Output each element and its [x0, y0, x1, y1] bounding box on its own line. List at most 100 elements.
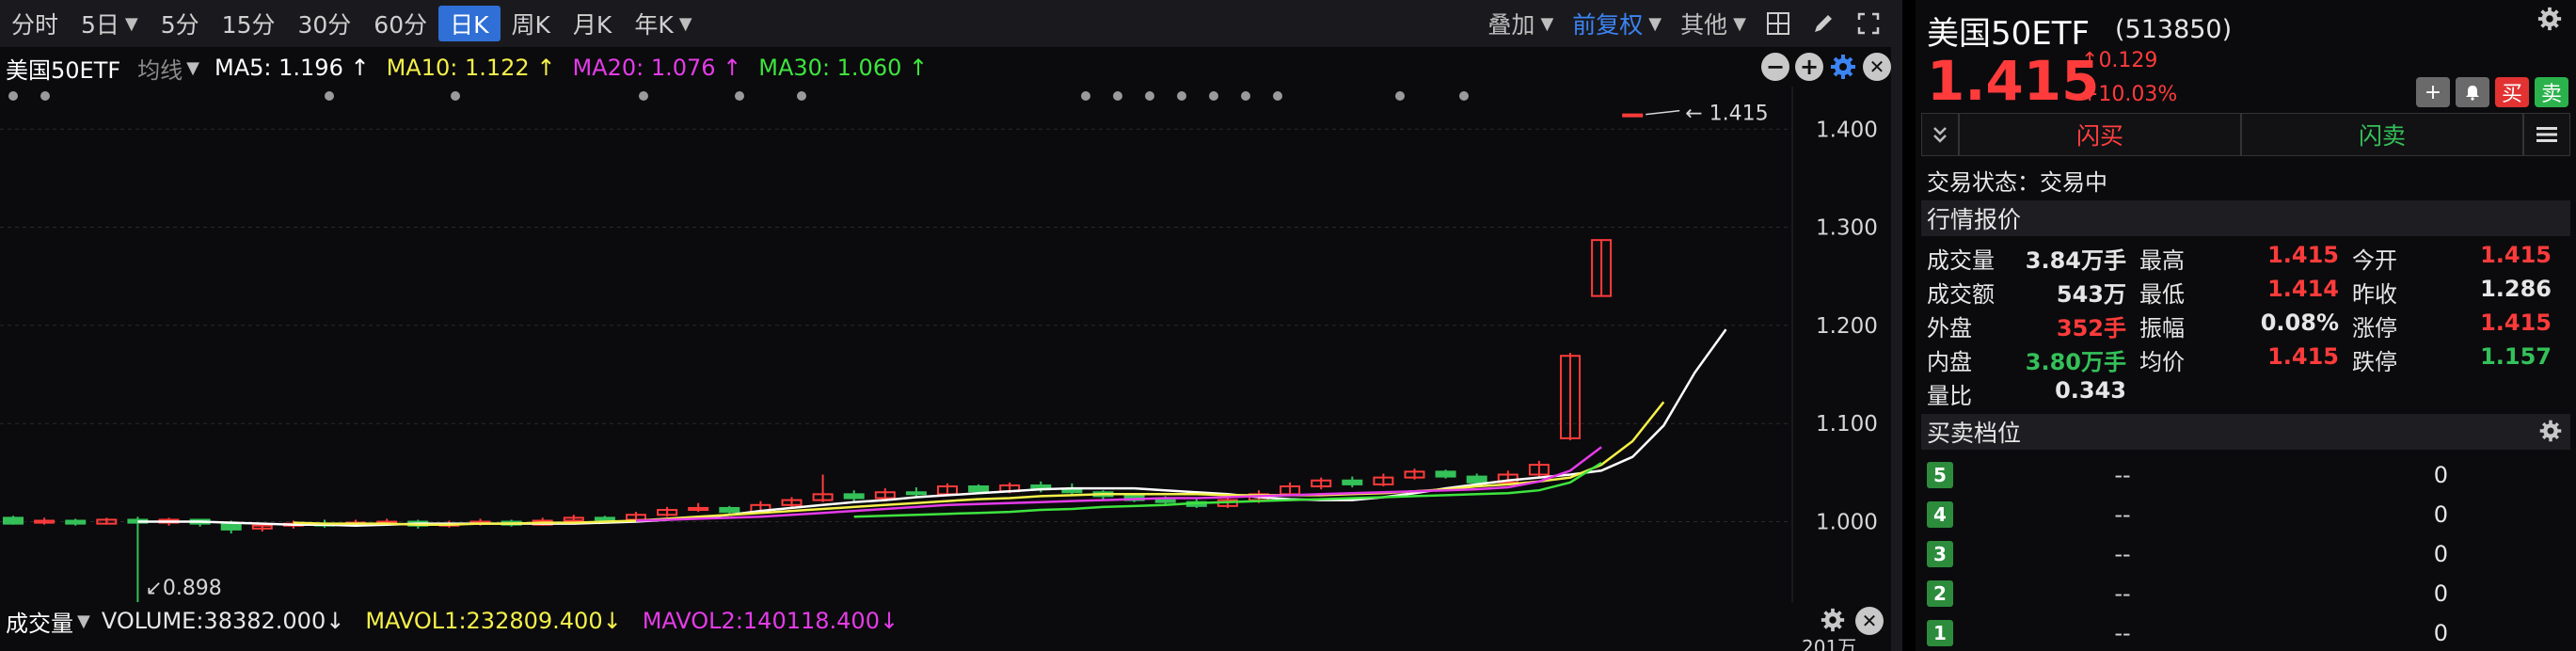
flash-sell-button[interactable]: 闪卖 [2241, 113, 2523, 156]
period-tab-label: 30分 [297, 11, 352, 39]
order-book-row[interactable]: 2 -- 0 [1927, 574, 2567, 613]
other-dropdown[interactable]: 其他 ▼ [1671, 7, 1756, 40]
high-marker-label: ← 1.415 [1685, 103, 1768, 126]
quote-label: 振幅 [2139, 314, 2185, 341]
book-volume: 0 [2433, 541, 2448, 567]
candle-body [968, 484, 990, 493]
stock-name: 美国50ETF [1927, 15, 2091, 53]
zoom-out-icon[interactable]: − [1761, 53, 1789, 81]
close-icon[interactable]: ✕ [1863, 53, 1891, 81]
period-tab-0[interactable]: 分时 [0, 6, 70, 41]
quote-label: 跌停 [2352, 348, 2397, 375]
chevron-down-icon: ▼ [77, 611, 90, 631]
quote-label: 成交额 [1927, 280, 1995, 308]
period-tab-9[interactable]: 年K ▼ [623, 6, 703, 41]
quote-row: 外盘 352手 振幅 0.08% 涨停 1.415 [1927, 309, 2567, 342]
settings-gear-icon[interactable] [1829, 53, 1857, 85]
low-marker-label: ↙0.898 [145, 577, 221, 600]
quote-cell: 外盘 352手 [1927, 310, 2139, 342]
layout-grid-icon[interactable] [1759, 5, 1797, 42]
adjust-label: 前复权 [1572, 11, 1644, 39]
quote-row: 成交量 3.84万手 最高 1.415 今开 1.415 [1927, 241, 2567, 275]
quote-value: 1.157 [2480, 342, 2552, 370]
ma-type-dropdown[interactable]: 均线 [137, 52, 183, 85]
quote-header: 美国50ETF (513850) 1.415 ↑0.129 +10.03% + … [1916, 0, 2576, 113]
kline-chart[interactable]: 1.400 1.300 1.200 1.100 1.000 ← 1.415 ↙0.898 [0, 87, 1891, 602]
quote-value: 0.08% [2260, 309, 2339, 336]
order-book-table: 5 -- 0 4 -- 0 3 -- 0 2 -- 0 1 -- 0 [1927, 455, 2567, 651]
menu-icon[interactable] [2523, 113, 2570, 156]
period-tab-2[interactable]: 5分 [150, 6, 211, 41]
candle-body [3, 516, 24, 525]
quote-settings-gear-icon[interactable] [2536, 6, 2563, 36]
order-book-row[interactable]: 1 -- 0 [1927, 613, 2567, 651]
period-tab-7[interactable]: 周K [501, 6, 562, 41]
volume-close-icon[interactable]: ✕ [1855, 607, 1884, 635]
draw-pen-icon[interactable] [1805, 5, 1842, 42]
ma10-text: MA10: 1.122 [386, 55, 530, 81]
fullscreen-icon[interactable] [1850, 5, 1887, 42]
order-book-gear-icon[interactable] [2538, 419, 2563, 449]
ma-line-ma10 [293, 401, 1665, 526]
period-tab-6[interactable]: 日K [438, 6, 501, 41]
flash-trade-row: 闪买 闪卖 [1921, 113, 2570, 156]
overlay-dropdown[interactable]: 叠加 ▼ [1478, 7, 1563, 40]
other-label: 其他 [1680, 11, 1728, 39]
book-price: -- [2114, 501, 2131, 528]
period-bar: 分时 5日 ▼ 5分 15分 30分 60分 日K 周K 月K 年K ▼ 叠加 ▼ 前复权 ▼ 其他 ▼ [0, 0, 1891, 47]
add-watchlist-button[interactable]: + [2416, 77, 2450, 107]
event-marker-dot [1395, 91, 1405, 101]
volume-indicator-dropdown[interactable]: 成交量 [6, 605, 73, 638]
book-level-badge: 4 [1927, 501, 1953, 528]
volume-legend-bar: 成交量 ▼ VOLUME:38382.000↓ MAVOL1:232809.40… [0, 602, 1891, 640]
period-tab-3[interactable]: 15分 [211, 6, 287, 41]
event-marker-dot [1177, 91, 1186, 101]
volume-scale-label: 201万 [1802, 636, 1857, 651]
quote-cell: 成交额 543万 [1927, 276, 2139, 309]
order-book-row[interactable]: 5 -- 0 [1927, 455, 2567, 495]
ma5-value: MA5: 1.196 ↑ [215, 55, 370, 81]
mavol2-value: MAVOL2:140118.400↓ [642, 608, 899, 634]
flash-buy-button[interactable]: 闪买 [1959, 113, 2241, 156]
event-marker-dot [40, 91, 50, 101]
ma30-value: MA30: 1.060 ↑ [758, 55, 929, 81]
candle-body [843, 493, 865, 500]
last-price: 1.415 [1927, 49, 2100, 113]
event-marker-dot [8, 91, 18, 101]
quote-value: 1.414 [2267, 275, 2339, 302]
event-marker-dot [325, 91, 334, 101]
period-tab-label: 5分 [160, 11, 199, 39]
period-tab-8[interactable]: 月K [562, 6, 623, 41]
quote-value: 1.415 [2480, 241, 2552, 268]
quote-cell: 均价 1.415 [2139, 343, 2352, 376]
quote-value: 352手 [2056, 314, 2126, 341]
mavol1-value: MAVOL1:232809.400↓ [365, 608, 622, 634]
candle-body [1466, 475, 1487, 484]
candle-body [1342, 479, 1363, 485]
period-tab-5[interactable]: 60分 [362, 6, 438, 41]
quote-value: 3.80万手 [2025, 348, 2126, 375]
period-tab-1[interactable]: 5日 ▼ [70, 6, 150, 41]
order-book-row[interactable]: 4 -- 0 [1927, 495, 2567, 534]
quote-panel: 美国50ETF (513850) 1.415 ↑0.129 +10.03% + … [1916, 0, 2576, 651]
ma20-text: MA20: 1.076 [572, 55, 716, 81]
ma-line-ma30 [853, 461, 1602, 518]
quote-label: 量比 [1927, 382, 1972, 409]
quote-label: 外盘 [1927, 314, 1972, 341]
quote-label: 内盘 [1927, 348, 1972, 375]
price-change: ↑0.129 [2081, 49, 2157, 72]
event-marker-dot [1459, 91, 1469, 101]
period-tab-4[interactable]: 30分 [286, 6, 362, 41]
quote-cell: 今开 1.415 [2352, 242, 2565, 275]
adjust-dropdown[interactable]: 前复权 ▼ [1563, 7, 1671, 40]
sell-button[interactable]: 卖 [2535, 77, 2568, 107]
book-volume: 0 [2433, 580, 2448, 607]
alert-bell-icon[interactable] [2456, 77, 2489, 107]
order-book-row[interactable]: 3 -- 0 [1927, 534, 2567, 574]
period-tab-label: 15分 [221, 11, 276, 39]
chart-panel: 分时 5日 ▼ 5分 15分 30分 60分 日K 周K 月K 年K ▼ 叠加 ▼ 前复权 ▼ 其他 ▼ 美… [0, 0, 1902, 651]
collapse-chevron-icon[interactable] [1921, 113, 1959, 156]
zoom-in-icon[interactable]: + [1795, 53, 1823, 81]
buy-button[interactable]: 买 [2495, 77, 2529, 107]
candle-body [719, 506, 740, 514]
